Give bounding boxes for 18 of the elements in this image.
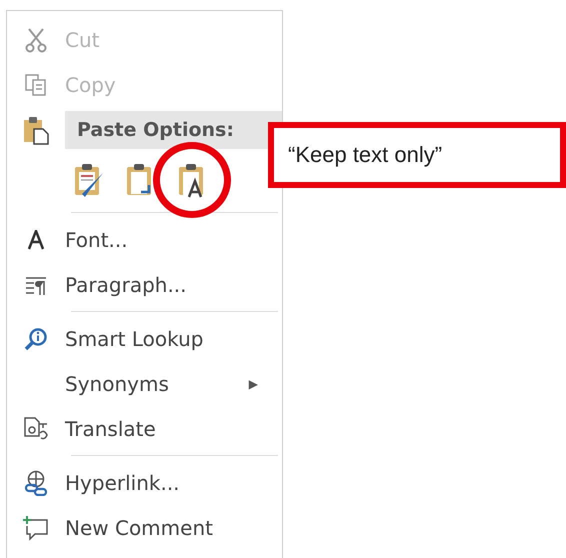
submenu-arrow: ▶ (248, 376, 258, 390)
callout-text: “Keep text only” (288, 142, 442, 168)
globe-link-icon (24, 470, 48, 496)
search-icon (24, 326, 48, 350)
letter-icon (27, 230, 45, 250)
scissors-icon (24, 26, 48, 52)
section-header: Paste Options: (65, 110, 282, 148)
menu-item[interactable]: Translate (7, 406, 282, 451)
menu-item[interactable]: Font... (7, 217, 282, 262)
menu-item[interactable]: New Comment (7, 505, 282, 550)
menu-item[interactable]: Hyperlink... (7, 460, 282, 505)
menu-item[interactable]: Smart Lookup (7, 316, 282, 361)
menu-item[interactable]: Paragraph... (7, 262, 282, 307)
comment-icon (23, 514, 49, 540)
clipboard-icon (23, 114, 49, 144)
translate-icon (23, 416, 49, 442)
menu-item[interactable]: Synonyms ▶ (7, 361, 282, 406)
copy-icon (24, 72, 48, 96)
